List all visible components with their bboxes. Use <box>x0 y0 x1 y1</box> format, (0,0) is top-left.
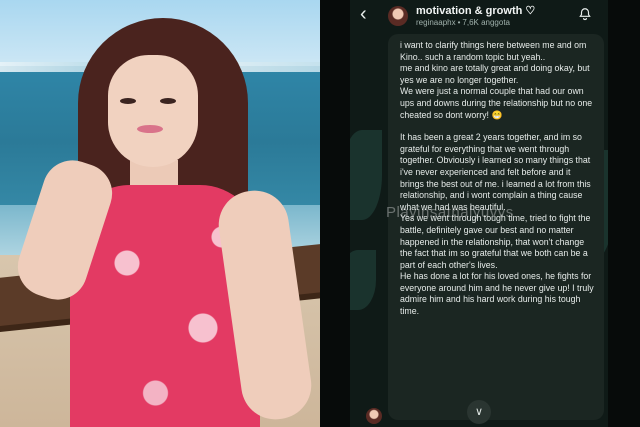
message-paragraph: He has done a lot for his loved ones, he… <box>400 271 594 317</box>
back-arrow-icon[interactable]: ‹ <box>360 4 367 24</box>
photo-eye-right <box>160 98 176 104</box>
channel-avatar[interactable] <box>388 6 408 26</box>
watermark: Playinsatnalyuvvs <box>386 204 514 221</box>
bell-icon[interactable] <box>578 7 592 21</box>
message-paragraph: It has been a great 2 years together, an… <box>400 132 591 212</box>
message-paragraph: We were just a normal couple that had ou… <box>400 86 593 120</box>
phone-margin-left <box>320 0 350 427</box>
member-count: 7,6K anggota <box>462 18 511 27</box>
photo-eye-left <box>120 98 136 104</box>
profile-photo <box>0 0 320 427</box>
message-paragraph: i want to clarify things here between me… <box>400 40 587 62</box>
channel-header: ‹ motivation & growth ♡ reginaaphx • 7,6K … <box>350 0 608 34</box>
phone-margin-right <box>608 0 640 427</box>
message-paragraph: Yes we went through tough time, tried to… <box>400 213 591 270</box>
message-paragraph: me and kino are totally great and doing … <box>400 63 590 85</box>
message-bubble: i want to clarify things here between me… <box>388 34 604 420</box>
background-leaf <box>350 250 376 310</box>
message-text: i want to clarify things here between me… <box>388 34 604 318</box>
channel-subtitle: reginaaphx • 7,6K anggota <box>416 18 510 27</box>
channel-handle: reginaaphx <box>416 18 456 27</box>
sender-avatar[interactable] <box>366 408 382 424</box>
separator-dot: • <box>457 18 461 27</box>
chevron-down-icon[interactable]: ∨ <box>467 400 491 424</box>
channel-title[interactable]: motivation & growth ♡ <box>416 4 535 17</box>
background-leaf <box>350 130 382 220</box>
photo-face <box>108 55 198 167</box>
photo-lips <box>137 125 163 133</box>
